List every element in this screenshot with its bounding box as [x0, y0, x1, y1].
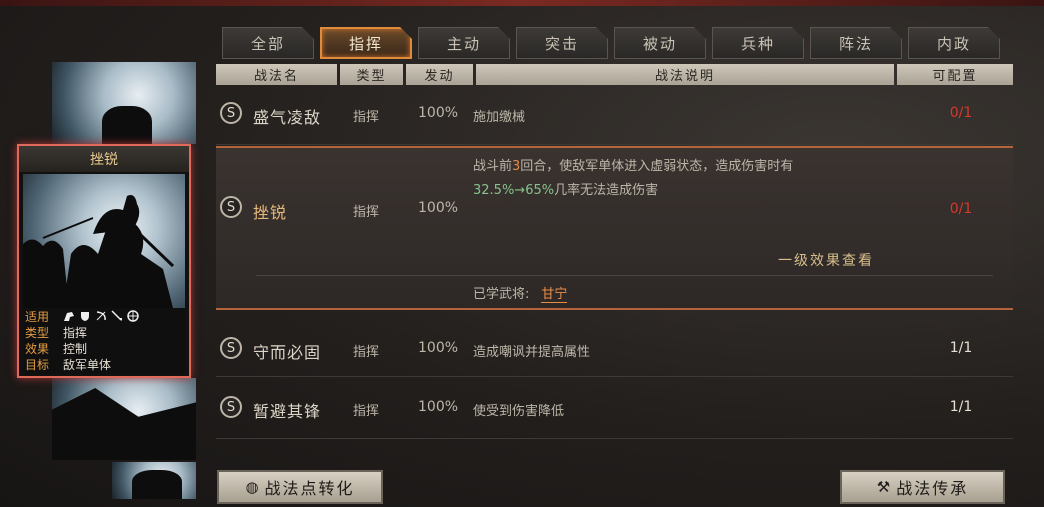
spear-icon	[111, 310, 123, 322]
tab-all[interactable]: 全部	[222, 27, 314, 59]
bow-icon	[95, 310, 107, 322]
card-illustration	[23, 174, 185, 308]
inherit-tactic-button[interactable]: ⚒ 战法传承	[840, 470, 1005, 504]
tactic-desc: 战斗前3回合，使敌军单体进入虚弱状态，造成伤害时有 32.5%→65%几率无法造…	[473, 159, 794, 198]
tactic-rate: 100%	[418, 340, 459, 356]
tactic-rate: 100%	[418, 200, 459, 216]
divider	[256, 275, 993, 276]
label-effect: 效果	[25, 341, 50, 356]
tactic-desc: 造成嘲讽并提高属性	[473, 345, 591, 360]
card-title: 挫锐	[19, 146, 189, 172]
tactic-list: S 盛气凌敌 指挥 100% 施加缴械 0/1 S 挫锐 指挥 100% 战斗前…	[216, 88, 1013, 456]
card-info: 适用 类型 指挥 效果 控制 目标 敌军单体	[23, 308, 185, 374]
grade-badge: S	[220, 102, 242, 124]
tactic-desc: 使受到伤害降低	[473, 404, 565, 419]
table-row-selected[interactable]: S 挫锐 指挥 100% 战斗前3回合，使敌军单体进入虚弱状态，造成伤害时有 3…	[216, 146, 1013, 310]
shield-icon	[79, 310, 91, 322]
config-count: 0/1	[949, 201, 973, 217]
tactic-rate: 100%	[418, 399, 459, 415]
label-applicable: 适用	[25, 309, 50, 324]
table-row[interactable]: S 守而必固 指挥 100% 造成嘲讽并提高属性 1/1	[216, 320, 1013, 377]
tactic-type: 指挥	[353, 205, 380, 220]
top-banner	[0, 0, 1044, 6]
header-type[interactable]: 类型	[340, 64, 403, 85]
tactic-type: 指挥	[353, 110, 380, 125]
card-target: 敌军单体	[63, 357, 112, 372]
card-type: 指挥	[63, 325, 88, 340]
header-trigger[interactable]: 发动	[406, 64, 473, 85]
tactic-type: 指挥	[353, 404, 380, 419]
tactic-name: 守而必固	[253, 343, 322, 362]
tab-formation[interactable]: 阵法	[810, 27, 902, 59]
grade-badge: S	[220, 196, 242, 218]
grade-badge: S	[220, 337, 242, 359]
tactic-name: 挫锐	[253, 203, 288, 222]
grade-badge: S	[220, 396, 242, 418]
wheel-icon	[127, 310, 139, 322]
cavalry-icon	[63, 310, 75, 322]
table-header: 战法名 类型 发动 战法说明 可配置	[216, 64, 1013, 85]
header-description: 战法说明	[476, 64, 894, 85]
card-art-bottom-2	[112, 462, 196, 499]
tab-internal[interactable]: 内政	[908, 27, 1000, 59]
tactic-rate: 100%	[418, 105, 459, 121]
tactic-desc: 施加缴械	[473, 110, 526, 125]
hammer-icon: ⚒	[876, 478, 893, 496]
card-art-top	[52, 62, 196, 144]
tactic-name: 暂避其锋	[253, 402, 322, 421]
selected-tactic-card[interactable]: 挫锐 适用 类型 指挥 效果 控制 目标 敌军单体	[17, 144, 191, 378]
convert-points-button[interactable]: ◍ 战法点转化	[217, 470, 383, 504]
header-name[interactable]: 战法名	[216, 64, 337, 85]
tab-active[interactable]: 主动	[418, 27, 510, 59]
label-type: 类型	[25, 325, 50, 340]
tactic-name: 盛气凌敌	[253, 108, 322, 127]
tab-command[interactable]: 指挥	[320, 27, 412, 59]
silhouette	[132, 470, 182, 499]
general-link[interactable]: 甘宁	[541, 287, 568, 303]
tab-bar: 全部 指挥 主动 突击 被动 兵种 阵法 内政	[222, 27, 1000, 59]
tab-troop[interactable]: 兵种	[712, 27, 804, 59]
header-config[interactable]: 可配置	[897, 64, 1013, 85]
learned-generals: 已学武将: 甘宁	[473, 287, 568, 303]
tab-assault[interactable]: 突击	[516, 27, 608, 59]
level-one-effect-link[interactable]: 一级效果查看	[778, 250, 874, 270]
flame-icon: ◍	[245, 478, 261, 496]
silhouette	[52, 388, 196, 460]
tab-passive[interactable]: 被动	[614, 27, 706, 59]
table-row[interactable]: S 暂避其锋 指挥 100% 使受到伤害降低 1/1	[216, 378, 1013, 439]
table-row[interactable]: S 盛气凌敌 指挥 100% 施加缴械 0/1	[216, 88, 1013, 145]
silhouette	[102, 106, 152, 144]
card-art-bottom	[52, 378, 196, 460]
config-count: 1/1	[949, 340, 973, 356]
config-count: 1/1	[949, 399, 973, 415]
tactic-type: 指挥	[353, 345, 380, 360]
config-count: 0/1	[949, 105, 973, 121]
card-effect: 控制	[63, 341, 88, 356]
label-target: 目标	[25, 357, 50, 372]
